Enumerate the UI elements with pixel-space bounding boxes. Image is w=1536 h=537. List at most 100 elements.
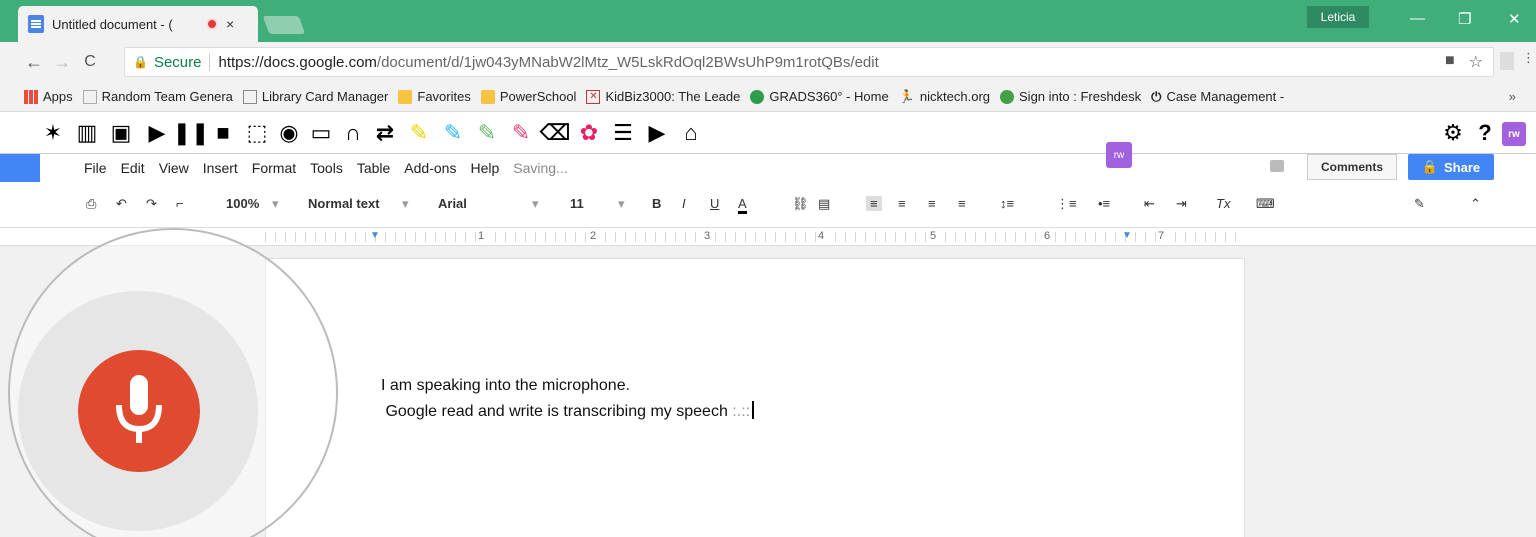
numbered-list-icon[interactable]: ⋮≡	[1056, 196, 1077, 212]
screenshot-reader-icon[interactable]: ⬚	[244, 120, 270, 146]
zoom-select[interactable]: 100%	[226, 196, 259, 211]
browser-tab[interactable]: Untitled document - ( ×	[18, 6, 258, 42]
user-profile-badge[interactable]: Leticia	[1307, 6, 1369, 28]
italic-button[interactable]: I	[682, 196, 686, 211]
style-select[interactable]: Normal text	[308, 196, 380, 211]
menu-view[interactable]: View	[159, 160, 189, 176]
back-button[interactable]: ←	[20, 52, 48, 73]
paint-format-icon[interactable]: ⌐	[176, 196, 184, 211]
play-icon[interactable]: ▶	[144, 120, 170, 146]
pause-icon[interactable]: ❚❚	[173, 120, 210, 146]
align-left-icon[interactable]: ≡	[866, 196, 882, 211]
text-color-button[interactable]: A	[738, 196, 747, 214]
simplify-icon[interactable]: ⌂	[678, 120, 704, 146]
comments-button[interactable]: Comments	[1307, 154, 1397, 180]
keyboard-icon[interactable]: ⌨	[1256, 196, 1275, 212]
highlight-green-icon[interactable]: ✎	[474, 120, 500, 146]
reload-button[interactable]: C	[76, 53, 104, 71]
bookmark-random-team[interactable]: Random Team Genera	[82, 89, 233, 104]
help-question-icon[interactable]: ?	[1472, 120, 1498, 146]
stop-icon[interactable]: ■	[210, 120, 236, 146]
docs-logo[interactable]	[0, 154, 40, 182]
tab-title: Untitled document - (	[52, 16, 173, 32]
url-input[interactable]: 🔒 Secure https://docs.google.com/documen…	[124, 47, 1494, 77]
extension-icon[interactable]	[1500, 52, 1514, 70]
align-center-icon[interactable]: ≡	[898, 196, 906, 211]
bookmark-star-icon[interactable]: ☆	[1469, 52, 1483, 72]
menu-addons[interactable]: Add-ons	[404, 160, 456, 176]
text-cursor	[752, 401, 755, 419]
highlight-yellow-icon[interactable]: ✎	[406, 120, 432, 146]
decrease-indent-icon[interactable]: ⇤	[1144, 196, 1155, 212]
settings-gear-icon[interactable]: ⚙	[1440, 120, 1466, 146]
forward-button[interactable]: →	[48, 52, 76, 73]
comment-add-icon[interactable]: ▤	[818, 196, 830, 212]
bookmark-nicktech[interactable]: 🏃 nicktech.org	[899, 89, 990, 105]
menu-table[interactable]: Table	[357, 160, 390, 176]
clear-highlights-icon[interactable]: ⌫	[539, 120, 570, 146]
comment-icon[interactable]	[1270, 160, 1284, 172]
bookmark-case-management[interactable]: ⏻ Case Management -	[1151, 89, 1284, 105]
bookmark-library-card[interactable]: Library Card Manager	[242, 89, 388, 104]
font-size-select[interactable]: 11	[570, 196, 584, 211]
increase-indent-icon[interactable]: ⇥	[1176, 196, 1187, 212]
dictionary-icon[interactable]: ▥	[74, 120, 100, 146]
indent-marker-icon[interactable]: ▼	[370, 230, 380, 241]
translator-icon[interactable]: ⇄	[372, 120, 398, 146]
right-indent-marker-icon[interactable]: ▼	[1122, 230, 1132, 241]
editing-mode-pencil-icon[interactable]: ✎	[1414, 196, 1425, 212]
hover-speech-icon[interactable]: ✶	[40, 120, 66, 146]
screen-mask-icon[interactable]: ▭	[308, 120, 334, 146]
justify-icon[interactable]: ≡	[958, 196, 966, 211]
line-spacing-icon[interactable]: ↕≡	[1000, 196, 1014, 211]
menu-file[interactable]: File	[84, 160, 107, 176]
font-select[interactable]: Arial	[438, 196, 467, 211]
undo-icon[interactable]: ↶	[116, 196, 127, 212]
print-icon[interactable]: ⎙	[86, 196, 96, 212]
bookmark-freshdesk[interactable]: Sign into : Freshdesk	[1000, 89, 1141, 104]
menu-help[interactable]: Help	[470, 160, 499, 176]
bookmarks-overflow-button[interactable]: »	[1509, 89, 1516, 104]
bookmark-kidbiz[interactable]: ✕ KidBiz3000: The Leade	[586, 89, 740, 104]
menu-format[interactable]: Format	[252, 160, 296, 176]
restore-button[interactable]: ❐	[1458, 10, 1471, 28]
redo-icon[interactable]: ↷	[146, 196, 157, 212]
page-icon	[242, 89, 257, 104]
link-icon[interactable]: ⛓	[792, 196, 809, 212]
bulleted-list-icon[interactable]: •≡	[1098, 196, 1110, 211]
picture-dictionary-icon[interactable]: ▣	[108, 120, 134, 146]
camera-icon[interactable]: ■	[1445, 52, 1455, 72]
bookmark-powerschool[interactable]: PowerSchool	[480, 89, 576, 104]
minimize-button[interactable]: —	[1410, 10, 1425, 27]
audio-maker-icon[interactable]: ◉	[276, 120, 302, 146]
close-window-button[interactable]: ✕	[1508, 10, 1521, 28]
ruler-number: 3	[702, 230, 713, 242]
menu-tools[interactable]: Tools	[310, 160, 343, 176]
highlight-blue-icon[interactable]: ✎	[440, 120, 466, 146]
new-tab-button[interactable]	[262, 16, 306, 34]
menu-insert[interactable]: Insert	[203, 160, 238, 176]
document-page[interactable]: I am speaking into the microphone. Googl…	[265, 258, 1245, 537]
rw-extension-icon[interactable]: rw	[1502, 122, 1526, 146]
highlight-pink-icon[interactable]: ✎	[508, 120, 534, 146]
voice-note-icon[interactable]: ▶	[644, 120, 670, 146]
ruler-number: 2	[588, 230, 599, 242]
underline-button[interactable]: U	[710, 196, 719, 211]
secure-label: Secure	[154, 53, 211, 71]
bookmark-favorites[interactable]: Favorites	[398, 89, 471, 104]
menu-edit[interactable]: Edit	[121, 160, 145, 176]
bookmark-grads360[interactable]: GRADS360° - Home	[750, 89, 889, 104]
collapse-toolbar-icon[interactable]: ⌃	[1470, 196, 1481, 212]
microphone-button[interactable]	[78, 350, 200, 472]
collect-highlights-icon[interactable]: ✿	[576, 120, 602, 146]
vocabulary-list-icon[interactable]: ☰	[610, 120, 636, 146]
rw-floating-badge[interactable]: rw	[1106, 142, 1132, 168]
align-right-icon[interactable]: ≡	[928, 196, 936, 211]
share-button[interactable]: 🔒 Share	[1408, 154, 1494, 180]
bold-button[interactable]: B	[652, 196, 661, 211]
bookmark-apps[interactable]: Apps	[24, 89, 73, 104]
tab-close-icon[interactable]: ×	[226, 16, 234, 32]
menu-kebab-icon[interactable]: ⋮	[1522, 50, 1535, 66]
talk-type-icon[interactable]: ∩	[340, 120, 366, 146]
clear-formatting-icon[interactable]: Tx	[1216, 196, 1230, 211]
